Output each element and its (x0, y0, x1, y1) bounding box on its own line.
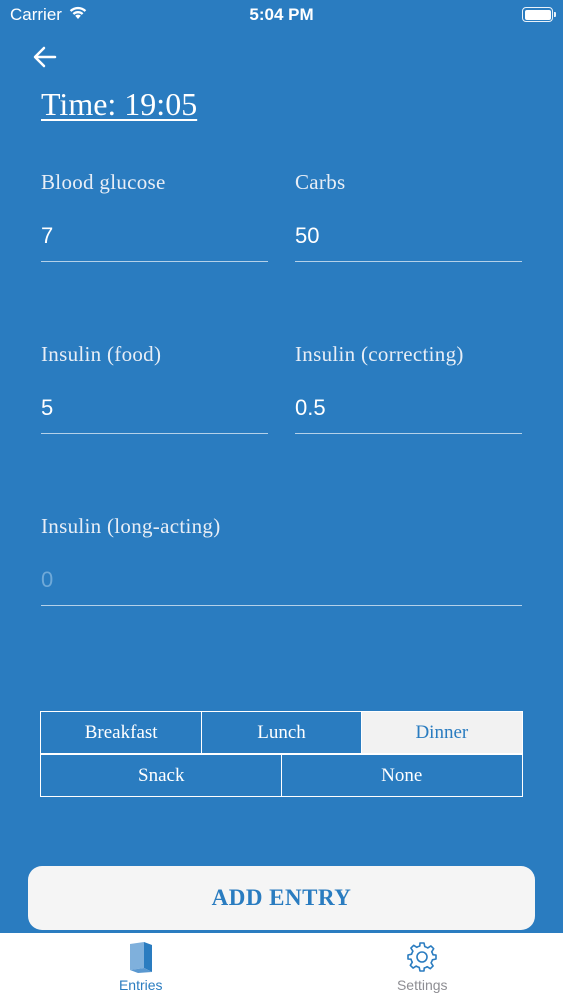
insulin-correcting-input[interactable] (295, 395, 522, 434)
blood-glucose-label: Blood glucose (41, 170, 166, 194)
blood-glucose-field: Blood glucose (41, 170, 268, 262)
time-title[interactable]: Time: 19:05 (41, 86, 197, 123)
carbs-input[interactable] (295, 223, 522, 262)
battery-icon (522, 7, 556, 22)
insulin-correcting-label: Insulin (correcting) (295, 342, 464, 366)
tab-bar: Entries Settings (0, 933, 563, 1000)
meal-row-bottom: Snack None (40, 754, 523, 798)
back-button[interactable] (30, 42, 60, 72)
meal-option-snack[interactable]: Snack (40, 754, 283, 798)
carbs-field: Carbs (295, 170, 522, 262)
meal-option-lunch[interactable]: Lunch (200, 711, 363, 755)
tab-entries-label: Entries (118, 977, 163, 993)
blood-glucose-input[interactable] (41, 223, 268, 262)
tab-entries[interactable]: Entries (0, 933, 282, 1000)
gear-icon (407, 942, 438, 972)
insulin-food-label: Insulin (food) (41, 342, 162, 366)
insulin-food-field: Insulin (food) (41, 342, 268, 434)
meal-option-dinner[interactable]: Dinner (360, 711, 523, 755)
tab-settings-label: Settings (396, 977, 448, 993)
insulin-long-acting-input[interactable] (41, 567, 522, 606)
insulin-food-input[interactable] (41, 395, 268, 434)
add-entry-button[interactable]: ADD ENTRY (28, 866, 535, 930)
status-time: 5:04 PM (249, 5, 314, 24)
carbs-label: Carbs (295, 170, 346, 194)
status-bar: Carrier 5:04 PM (0, 0, 563, 30)
meal-option-breakfast[interactable]: Breakfast (40, 711, 203, 755)
meal-option-none[interactable]: None (280, 754, 523, 798)
meal-type-selector: Breakfast Lunch Dinner Snack None (40, 711, 523, 798)
insulin-correcting-field: Insulin (correcting) (295, 342, 522, 434)
arrow-left-icon (33, 46, 57, 68)
insulin-long-acting-label: Insulin (long-acting) (41, 514, 221, 538)
meal-row-top: Breakfast Lunch Dinner (40, 711, 523, 755)
book-icon (129, 942, 152, 973)
insulin-long-acting-field: Insulin (long-acting) (41, 514, 522, 606)
tab-settings[interactable]: Settings (282, 933, 563, 1000)
